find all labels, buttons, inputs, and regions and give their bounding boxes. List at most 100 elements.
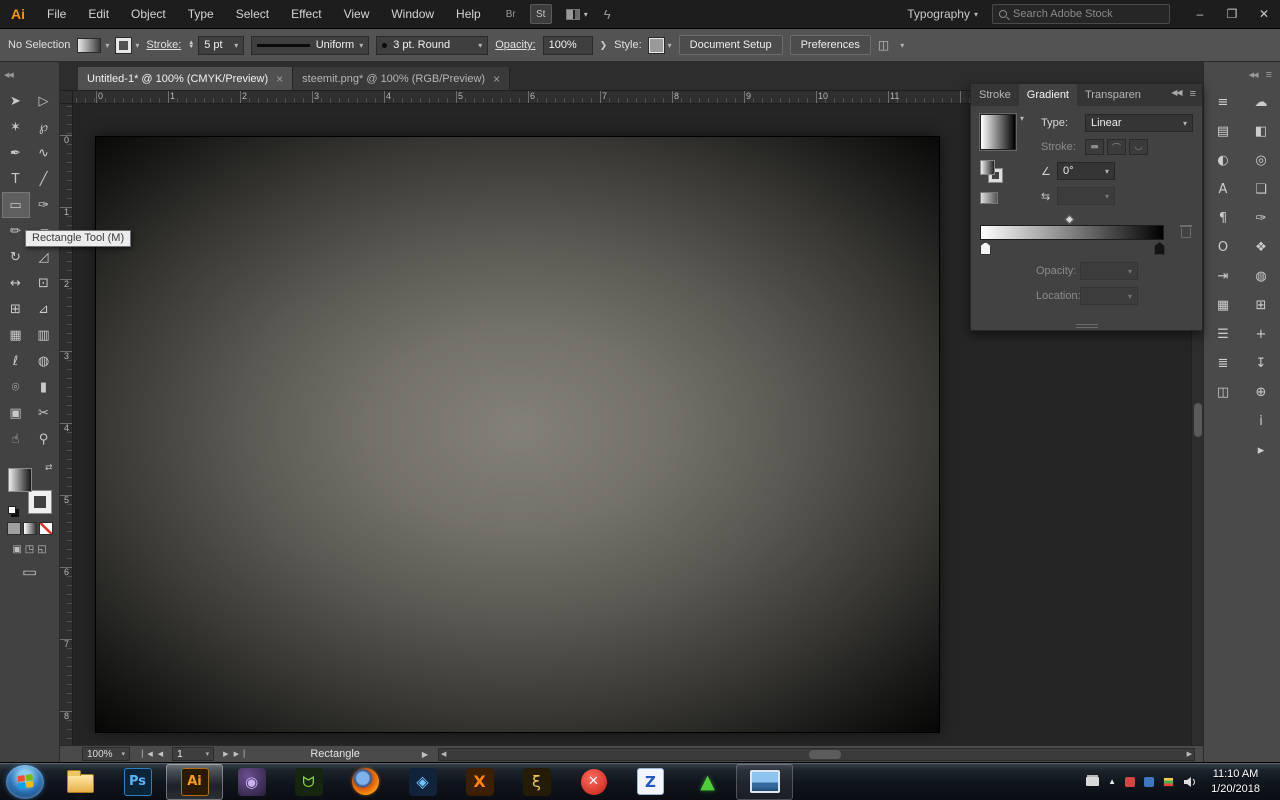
tray-update-icon[interactable] — [1125, 777, 1135, 787]
menu-view[interactable]: View — [333, 0, 381, 29]
screen-mode-button[interactable]: ▭ — [0, 565, 59, 579]
gradient-angle-field[interactable]: 0°▾ — [1057, 162, 1115, 180]
stroke-weight-field[interactable]: 5 pt▾ — [198, 36, 244, 55]
gradient-swatch-icon[interactable] — [980, 192, 998, 204]
taskbar-clock[interactable]: 11:10 AM 1/20/2018 — [1207, 767, 1270, 797]
printer-icon[interactable] — [1086, 777, 1099, 786]
reverse-gradient-icon[interactable]: ⇆ — [1041, 190, 1057, 203]
tray-language-icon[interactable] — [1163, 777, 1174, 787]
magic-wand-tool[interactable]: ✶ — [2, 114, 30, 140]
gradient-stop-black[interactable] — [1154, 242, 1165, 255]
taskbar-purple-media-app[interactable]: ◉ — [223, 764, 280, 800]
line-segment-tool[interactable]: ╱ — [30, 166, 58, 192]
collapse-tools-icon[interactable]: ◀◀ — [4, 71, 13, 79]
status-flyout-icon[interactable]: ▶ — [422, 750, 428, 759]
opentype-panel-icon[interactable]: O — [1210, 235, 1236, 260]
last-artboard-button[interactable]: ▶▕ — [234, 750, 245, 758]
opacity-field[interactable]: 100% — [543, 36, 593, 55]
stroke-color-dropdown[interactable]: ▾ — [116, 38, 139, 53]
panel-menu-icon[interactable]: ≡ — [1190, 88, 1196, 100]
scale-tool[interactable]: ◿ — [30, 244, 58, 270]
hand-tool[interactable]: ☝ — [2, 426, 30, 452]
selection-tool[interactable]: ➤ — [2, 88, 30, 114]
stroke-color-well[interactable] — [28, 490, 52, 514]
free-transform-tool[interactable]: ⊡ — [30, 270, 58, 296]
first-artboard-button[interactable]: ▏◀ — [142, 750, 153, 758]
close-tab-icon[interactable]: × — [493, 72, 500, 86]
gradient-preview-swatch[interactable] — [980, 114, 1016, 150]
tab-untitled-1[interactable]: Untitled-1* @ 100% (CMYK/Preview) × — [78, 67, 293, 90]
glyphs-panel-icon[interactable]: ▦ — [1210, 293, 1236, 318]
chevron-down-icon[interactable]: ▾ — [1020, 114, 1024, 123]
perspective-grid-tool[interactable]: ⊿ — [30, 296, 58, 322]
zoom-level-dropdown[interactable]: 100%▾ — [82, 747, 130, 761]
tray-network-icon[interactable] — [1144, 777, 1154, 787]
share-icon[interactable]: ϟ — [604, 7, 611, 22]
stroke-weight-stepper[interactable]: ▲▼ — [188, 41, 194, 49]
fill-color-dropdown[interactable]: ▾ — [77, 38, 109, 53]
menu-object[interactable]: Object — [120, 0, 177, 29]
info-panel-icon[interactable]: i — [1248, 409, 1274, 434]
eyedropper-tool[interactable]: ℓ — [2, 348, 30, 374]
bridge-button[interactable]: Br — [500, 4, 522, 24]
dock-menu-icon[interactable]: ≡ — [1266, 69, 1272, 81]
taskbar-illustrator[interactable]: Ai — [166, 764, 223, 800]
restore-button[interactable]: ❐ — [1216, 0, 1248, 29]
variable-width-dropdown[interactable]: Uniform▾ — [251, 36, 369, 55]
gradient-fill-well[interactable] — [980, 160, 995, 175]
stroke-label[interactable]: Stroke: — [146, 39, 181, 51]
tab-gradient-panel[interactable]: Gradient — [1019, 84, 1077, 106]
previous-artboard-button[interactable]: ◀ — [158, 750, 163, 758]
vertical-ruler[interactable]: 012345678 — [60, 104, 73, 745]
ruler-origin-corner[interactable] — [60, 91, 73, 104]
stroke-panel-icon[interactable]: ≡ — [1210, 90, 1236, 115]
brush-definition-dropdown[interactable]: 3 pt. Round▾ — [376, 36, 488, 55]
gradient-fill-stroke-toggle[interactable] — [980, 160, 1010, 186]
color-panel-icon[interactable]: ◧ — [1248, 119, 1274, 144]
scroll-right-icon[interactable]: ▶ — [1185, 750, 1194, 758]
curvature-tool[interactable]: ∿ — [30, 140, 58, 166]
actions-panel-icon[interactable]: ▸ — [1248, 438, 1274, 463]
pathfinder-panel-icon[interactable]: ⊞ — [1248, 293, 1274, 318]
pen-tool[interactable]: ✒ — [2, 140, 30, 166]
column-graph-tool[interactable]: ▮ — [30, 374, 58, 400]
draw-inside-icon[interactable]: ◱ — [37, 544, 46, 555]
transform-panel-icon[interactable]: + — [1248, 322, 1274, 347]
stock-button[interactable]: St — [530, 4, 552, 24]
brushes-panel-icon[interactable]: ✑ — [1248, 206, 1274, 231]
taskbar-red-error-app[interactable]: ✕ — [565, 764, 622, 800]
taskbar-photo-viewer[interactable] — [736, 764, 793, 800]
scroll-left-icon[interactable]: ◀ — [439, 750, 448, 758]
none-button[interactable] — [39, 522, 53, 535]
menu-select[interactable]: Select — [225, 0, 280, 29]
rectangle-tool[interactable]: ▭ — [2, 192, 30, 218]
tab-steemit-png[interactable]: steemit.png* @ 100% (RGB/Preview) × — [293, 67, 510, 90]
menu-help[interactable]: Help — [445, 0, 492, 29]
expand-panels-icon[interactable]: ◀◀ — [1249, 71, 1258, 79]
vertical-scrollbar-thumb[interactable] — [1194, 403, 1202, 437]
panel-collapse-icon[interactable]: ◀◀ — [1171, 88, 1181, 100]
menu-effect[interactable]: Effect — [280, 0, 332, 29]
shape-builder-tool[interactable]: ⊞ — [2, 296, 30, 322]
menu-edit[interactable]: Edit — [77, 0, 120, 29]
document-setup-button[interactable]: Document Setup — [679, 35, 783, 55]
color-guide-panel-icon[interactable]: ◎ — [1248, 148, 1274, 173]
gradient-type-select[interactable]: Linear▾ — [1085, 114, 1193, 132]
tabs-panel-icon[interactable]: ⇥ — [1210, 264, 1236, 289]
width-tool[interactable]: ↔ — [2, 270, 30, 296]
color-button[interactable] — [7, 522, 21, 535]
artboards-panel-icon[interactable]: ◫ — [1210, 380, 1236, 405]
opacity-flyout-icon[interactable]: ❯ — [600, 40, 608, 51]
asset-export-panel-icon[interactable]: ↧ — [1248, 351, 1274, 376]
app-logo[interactable]: Ai — [0, 6, 36, 22]
symbols-panel-icon[interactable]: ❖ — [1248, 235, 1274, 260]
taskbar-myanmar-text-app[interactable]: ξ — [508, 764, 565, 800]
draw-normal-icon[interactable]: ▣ — [12, 544, 21, 555]
workspace-switcher[interactable]: Typography ▾ — [907, 7, 978, 21]
taskbar-green-triangle-app[interactable]: ▲ — [679, 764, 736, 800]
taskbar-firefox[interactable] — [337, 764, 394, 800]
paragraph-panel-icon[interactable]: ¶ — [1210, 206, 1236, 231]
artboard[interactable] — [96, 137, 939, 732]
arrange-documents-button[interactable]: ▾ — [566, 9, 588, 20]
horizontal-scrollbar[interactable]: ◀ ▶ — [438, 748, 1195, 761]
